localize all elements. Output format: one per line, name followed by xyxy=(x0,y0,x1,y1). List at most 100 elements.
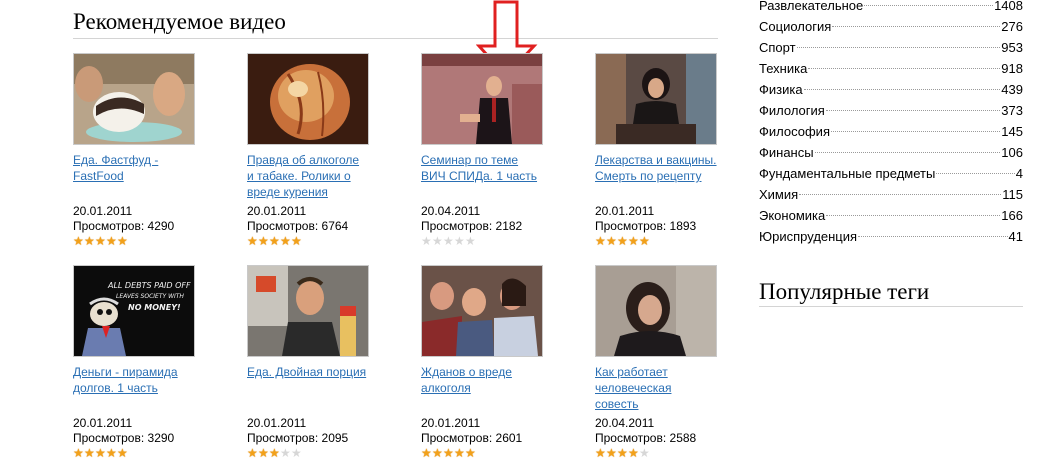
dotted-leader xyxy=(832,26,1001,27)
category-name[interactable]: Философия xyxy=(759,121,830,142)
video-title-link[interactable]: Правда об алкоголе и табаке. Ролики о вр… xyxy=(247,152,369,200)
star-icon[interactable]: ★ xyxy=(595,235,606,247)
category-name[interactable]: Спорт xyxy=(759,37,796,58)
category-row[interactable]: Развлекательное 1408 xyxy=(759,0,1023,16)
video-date: 20.01.2011 xyxy=(247,416,307,430)
category-name[interactable]: Техника xyxy=(759,58,807,79)
rating-stars[interactable]: ★★★★★ xyxy=(247,235,369,247)
category-name[interactable]: Химия xyxy=(759,184,798,205)
video-thumbnail[interactable] xyxy=(247,53,369,145)
category-count: 106 xyxy=(1001,145,1023,160)
star-icon[interactable]: ★ xyxy=(106,235,117,247)
category-name[interactable]: Развлекательное xyxy=(759,0,863,16)
rating-stars[interactable]: ★★★★★ xyxy=(595,447,717,459)
rating-stars[interactable]: ★★★★★ xyxy=(247,447,369,459)
star-icon[interactable]: ★ xyxy=(606,235,617,247)
dotted-leader xyxy=(799,194,1002,195)
star-icon[interactable]: ★ xyxy=(280,235,291,247)
category-name[interactable]: Финансы xyxy=(759,142,814,163)
video-views: Просмотров: 2095 xyxy=(247,431,349,445)
star-icon[interactable]: ★ xyxy=(269,235,280,247)
star-icon[interactable]: ★ xyxy=(432,447,443,459)
video-card: Правда об алкоголе и табаке. Ролики о вр… xyxy=(247,53,369,247)
category-row[interactable]: Филология 373 xyxy=(759,100,1023,121)
star-icon[interactable]: ★ xyxy=(95,447,106,459)
star-icon[interactable]: ★ xyxy=(465,235,476,247)
star-icon[interactable]: ★ xyxy=(84,235,95,247)
category-row[interactable]: Физика 439 xyxy=(759,79,1023,100)
rating-stars[interactable]: ★★★★★ xyxy=(73,447,195,459)
category-row[interactable]: Финансы 106 xyxy=(759,142,1023,163)
dotted-leader xyxy=(830,131,1001,132)
video-title-link[interactable]: Семинар по теме ВИЧ СПИДа. 1 часть xyxy=(421,152,543,200)
video-views: Просмотров: 1893 xyxy=(595,219,697,233)
star-icon[interactable]: ★ xyxy=(628,447,639,459)
video-title-link[interactable]: Еда. Двойная порция xyxy=(247,364,369,412)
star-icon[interactable]: ★ xyxy=(595,447,606,459)
star-icon[interactable]: ★ xyxy=(617,235,628,247)
video-thumbnail[interactable] xyxy=(421,53,543,145)
video-title-link[interactable]: Деньги - пирамида долгов. 1 часть xyxy=(73,364,195,412)
video-thumbnail[interactable] xyxy=(421,265,543,357)
category-name[interactable]: Юриспруденция xyxy=(759,226,857,247)
star-icon[interactable]: ★ xyxy=(421,235,432,247)
star-icon[interactable]: ★ xyxy=(84,447,95,459)
video-thumbnail[interactable]: ALL DEBTS PAID OFF LEAVES SOCIETY WITH N… xyxy=(73,265,195,357)
category-name[interactable]: Фундаментальные предметы xyxy=(759,163,935,184)
star-icon[interactable]: ★ xyxy=(454,447,465,459)
video-thumbnail[interactable] xyxy=(73,53,195,145)
star-icon[interactable]: ★ xyxy=(269,447,280,459)
star-icon[interactable]: ★ xyxy=(258,447,269,459)
star-icon[interactable]: ★ xyxy=(291,235,302,247)
rating-stars[interactable]: ★★★★★ xyxy=(421,447,543,459)
category-row[interactable]: Юриспруденция 41 xyxy=(759,226,1023,247)
category-row[interactable]: Химия 115 xyxy=(759,184,1023,205)
star-icon[interactable]: ★ xyxy=(73,447,84,459)
video-thumbnail[interactable] xyxy=(247,265,369,357)
category-count: 4 xyxy=(1015,166,1023,181)
category-row[interactable]: Социология 276 xyxy=(759,16,1023,37)
star-icon[interactable]: ★ xyxy=(421,447,432,459)
star-icon[interactable]: ★ xyxy=(280,447,291,459)
star-icon[interactable]: ★ xyxy=(117,447,128,459)
video-title-link[interactable]: Как работает человеческая совесть xyxy=(595,364,717,412)
category-name[interactable]: Физика xyxy=(759,79,803,100)
category-row[interactable]: Экономика 166 xyxy=(759,205,1023,226)
category-row[interactable]: Философия 145 xyxy=(759,121,1023,142)
video-thumbnail[interactable] xyxy=(595,53,717,145)
star-icon[interactable]: ★ xyxy=(443,447,454,459)
rating-stars[interactable]: ★★★★★ xyxy=(595,235,717,247)
star-icon[interactable]: ★ xyxy=(639,235,650,247)
star-icon[interactable]: ★ xyxy=(258,235,269,247)
star-icon[interactable]: ★ xyxy=(639,447,650,459)
star-icon[interactable]: ★ xyxy=(443,235,454,247)
video-thumbnail[interactable] xyxy=(595,265,717,357)
category-row[interactable]: Фундаментальные предметы 4 xyxy=(759,163,1023,184)
category-name[interactable]: Филология xyxy=(759,100,825,121)
video-title-link[interactable]: Еда. Фастфуд - FastFood xyxy=(73,152,195,200)
category-row[interactable]: Спорт 953 xyxy=(759,37,1023,58)
category-count: 41 xyxy=(1008,229,1023,244)
star-icon[interactable]: ★ xyxy=(95,235,106,247)
video-title-link[interactable]: Лекарства и вакцины. Смерть по рецепту xyxy=(595,152,717,200)
star-icon[interactable]: ★ xyxy=(291,447,302,459)
star-icon[interactable]: ★ xyxy=(247,447,258,459)
rating-stars[interactable]: ★★★★★ xyxy=(421,235,543,247)
category-row[interactable]: Техника 918 xyxy=(759,58,1023,79)
star-icon[interactable]: ★ xyxy=(106,447,117,459)
category-name[interactable]: Социология xyxy=(759,16,831,37)
star-icon[interactable]: ★ xyxy=(432,235,443,247)
thumb-caption-line-2: LEAVES SOCIETY WITH xyxy=(116,293,184,300)
video-title-link[interactable]: Жданов о вреде алкоголя xyxy=(421,364,543,412)
star-icon[interactable]: ★ xyxy=(606,447,617,459)
star-icon[interactable]: ★ xyxy=(617,447,628,459)
star-icon[interactable]: ★ xyxy=(465,447,476,459)
star-icon[interactable]: ★ xyxy=(454,235,465,247)
star-icon[interactable]: ★ xyxy=(628,235,639,247)
category-name[interactable]: Экономика xyxy=(759,205,825,226)
dotted-leader xyxy=(858,236,1008,237)
star-icon[interactable]: ★ xyxy=(73,235,84,247)
star-icon[interactable]: ★ xyxy=(247,235,258,247)
rating-stars[interactable]: ★★★★★ xyxy=(73,235,195,247)
star-icon[interactable]: ★ xyxy=(117,235,128,247)
